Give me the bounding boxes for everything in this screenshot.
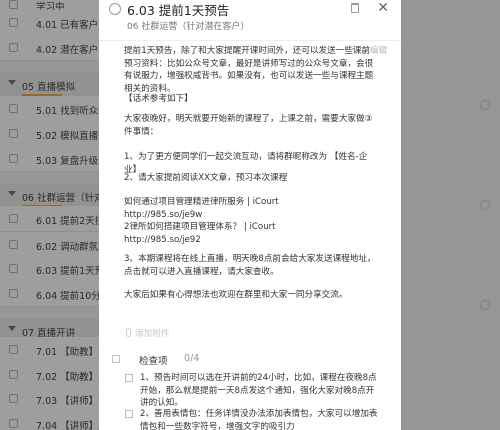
body-paragraph: 提前1天预告，除了和大家提醒开课时间外，还可以发送一些课前预习资料：比如公众号文… xyxy=(124,46,374,94)
checklist-item-checkbox[interactable] xyxy=(125,374,133,382)
paperclip-icon xyxy=(126,328,131,337)
checklist-count: 0/4 xyxy=(184,353,200,364)
modal-header: 6.03 提前1天预告 06 社群运营（针对潜在客户） ✕ xyxy=(99,0,401,44)
checklist-item-checkbox[interactable] xyxy=(125,410,133,418)
checklist-item-text[interactable]: 2、善用表情包：任务详情没办法添加表情包，大家可以增加表情包和一些数字符号，增强… xyxy=(140,408,380,430)
task-detail-modal: 6.03 提前1天预告 06 社群运营（针对潜在客户） ✕ 编辑 提前1天预告，… xyxy=(99,0,401,430)
body-paragraph: 大家后如果有心得想法也欢迎在群里和大家一同分享交流。 xyxy=(124,290,348,300)
body-paragraph: 【话术参考如下】 xyxy=(124,94,193,104)
body-paragraph: 3、本期课程将在线上直播，明天晚8点前会给大家发送课程地址，点击就可以进入直播课… xyxy=(124,254,376,277)
task-title: 6.03 提前1天预告 xyxy=(127,3,230,18)
attach-label: 添加附件 xyxy=(135,329,170,339)
checklist-item-text[interactable]: 1、预告时间可以选在开讲前的24小时，比如，课程在夜晚8点开始，那么就是提前一天… xyxy=(140,372,380,410)
checklist-label: 检查项 xyxy=(139,356,168,367)
task-group-breadcrumb[interactable]: 06 社群运营（针对潜在客户） xyxy=(127,19,249,32)
close-icon[interactable]: ✕ xyxy=(377,0,389,16)
header-divider xyxy=(99,40,401,41)
body-paragraph: 如何通过项目管理精进律所服务 | iCourt http://985.so/je… xyxy=(124,197,279,245)
body-paragraph: 2、请大家提前阅读XX文章，预习本次课程 xyxy=(124,173,288,183)
checklist-header: 检查项 0/4 xyxy=(112,352,388,368)
add-attachment-button[interactable]: 添加附件 xyxy=(126,327,169,339)
delete-icon[interactable] xyxy=(351,3,359,13)
body-paragraph: 大家夜晚好，明天就要开始新的课程了，上课之前，需要大家做③件事情： xyxy=(124,114,373,137)
checklist-toggle[interactable] xyxy=(112,355,120,363)
complete-task-checkbox[interactable] xyxy=(109,3,121,15)
